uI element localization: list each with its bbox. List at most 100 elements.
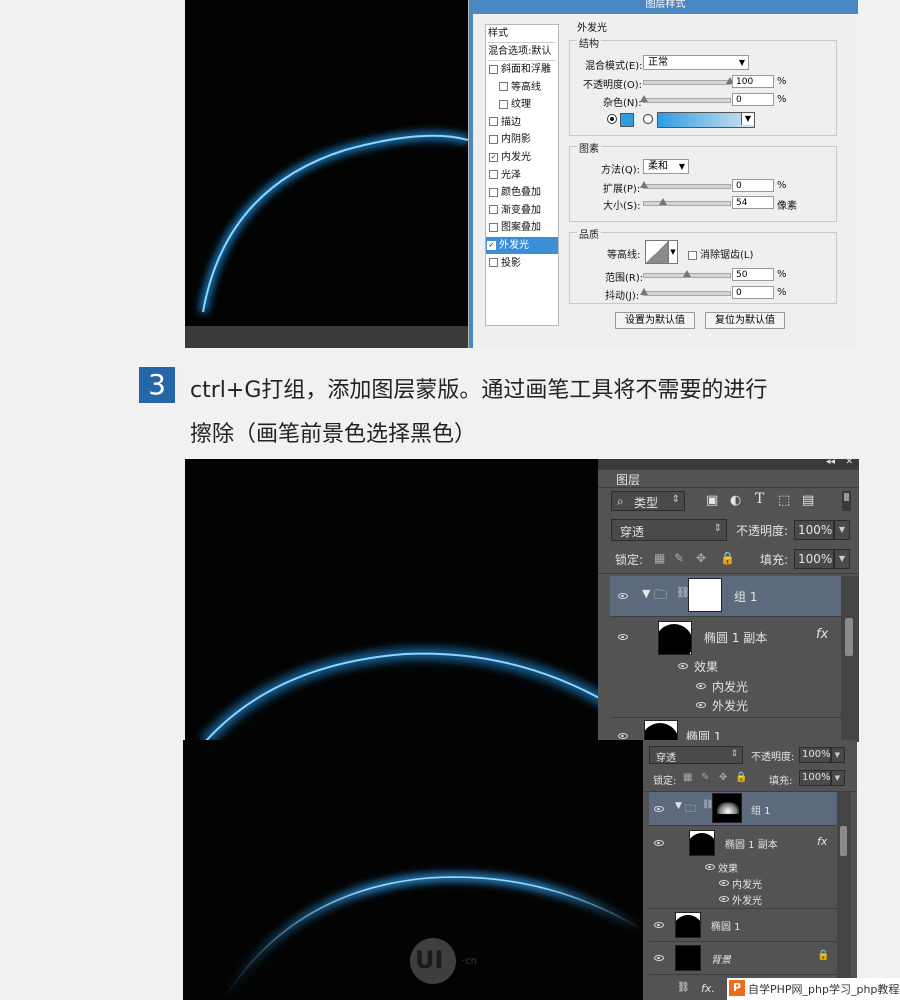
style-item[interactable]: 光泽: [488, 167, 556, 184]
fill-dropdown[interactable]: ▼: [834, 549, 850, 569]
style-item[interactable]: 斜面和浮雕: [488, 61, 556, 78]
inner-glow-effect[interactable]: 内发光: [712, 678, 748, 695]
glow-color-swatch[interactable]: [620, 113, 634, 127]
lock-all-icon[interactable]: 🔒: [735, 772, 747, 783]
layer-row-group[interactable]: ▼ 🗀 ⛓ 组 1: [649, 792, 837, 825]
range-slider[interactable]: [643, 270, 731, 278]
checkbox[interactable]: [489, 222, 498, 232]
layer-row-ellipse-copy[interactable]: 椭圆 1 副本 fx: [649, 826, 837, 860]
style-item[interactable]: 投影: [488, 255, 556, 272]
scrollbar-thumb[interactable]: [840, 826, 847, 856]
noise-slider[interactable]: [640, 95, 731, 103]
size-slider-thumb[interactable]: [658, 198, 667, 205]
chevron-down-icon[interactable]: ▼: [741, 113, 754, 125]
style-item[interactable]: 渐变叠加: [488, 202, 556, 219]
lock-transparent-icon[interactable]: ▦: [683, 772, 692, 783]
tab-layers[interactable]: 图层: [608, 470, 648, 487]
checkbox[interactable]: [489, 170, 498, 180]
style-list-header[interactable]: 样式: [488, 25, 556, 43]
style-item[interactable]: 纹理: [488, 96, 566, 113]
link-layers-icon[interactable]: ⛓: [677, 982, 690, 993]
blend-mode-select[interactable]: 穿透 ⇕: [649, 746, 743, 764]
collapse-icon[interactable]: ◂◂: [826, 459, 835, 467]
blend-mode-select[interactable]: 正常 ▼: [643, 55, 749, 70]
contour-picker[interactable]: [645, 240, 669, 264]
visibility-eye-icon[interactable]: [654, 922, 664, 928]
layer-row-ellipse[interactable]: 椭圆 1: [649, 909, 837, 941]
style-item[interactable]: 描边: [488, 114, 556, 131]
visibility-eye-icon[interactable]: [654, 840, 664, 846]
checkbox[interactable]: [489, 205, 498, 215]
layer-name[interactable]: 组 1: [751, 802, 771, 817]
group-mask-thumbnail[interactable]: [688, 578, 722, 612]
checkbox[interactable]: [489, 134, 498, 144]
spread-slider-thumb[interactable]: [640, 181, 648, 188]
opacity-input[interactable]: 100%: [799, 747, 831, 763]
lock-brush-icon[interactable]: ✎: [701, 772, 709, 783]
checkbox[interactable]: [489, 187, 498, 197]
expand-triangle-icon[interactable]: ▼: [642, 587, 650, 600]
layer-name[interactable]: 背景: [711, 951, 731, 966]
visibility-eye-icon[interactable]: [719, 896, 729, 902]
fx-icon[interactable]: fx: [816, 627, 828, 642]
opacity-input[interactable]: 100: [732, 75, 774, 88]
checkbox-checked[interactable]: ✓: [487, 240, 496, 250]
fill-dropdown[interactable]: ▼: [831, 770, 845, 786]
opacity-dropdown[interactable]: ▼: [831, 747, 845, 763]
jitter-input[interactable]: 0: [732, 286, 774, 299]
style-item[interactable]: 图案叠加: [488, 219, 556, 236]
size-input[interactable]: 54: [732, 196, 774, 209]
visibility-eye-icon[interactable]: [654, 806, 664, 812]
expand-triangle-icon[interactable]: ▼: [675, 801, 682, 811]
layer-name[interactable]: 椭圆 1: [711, 918, 741, 933]
smart-object-filter-icon[interactable]: ▤: [802, 493, 814, 508]
lock-move-icon[interactable]: ✥: [696, 551, 706, 565]
gradient-picker[interactable]: ▼: [657, 112, 755, 128]
range-input[interactable]: 50: [732, 268, 774, 281]
style-item[interactable]: 内阴影: [488, 131, 556, 148]
layers-scrollbar[interactable]: [837, 792, 851, 982]
image-filter-icon[interactable]: ▣: [706, 493, 718, 508]
chevron-down-icon[interactable]: ▼: [668, 240, 678, 264]
method-select[interactable]: 柔和 ▼: [643, 159, 689, 174]
visibility-eye-icon[interactable]: [618, 733, 628, 739]
footer-fx-button[interactable]: fx.: [701, 982, 715, 995]
filter-toggle[interactable]: [842, 491, 851, 511]
spread-slider[interactable]: [640, 181, 731, 189]
lock-all-icon[interactable]: 🔒: [720, 551, 735, 565]
opacity-dropdown[interactable]: ▼: [834, 520, 850, 540]
checkbox[interactable]: [489, 258, 498, 268]
fx-icon[interactable]: fx: [817, 835, 827, 848]
layer-row-ellipse[interactable]: 椭圆 1: [610, 718, 841, 742]
adjustment-filter-icon[interactable]: ◐: [730, 493, 741, 508]
layer-name[interactable]: 组 1: [734, 588, 757, 605]
gradient-radio[interactable]: [643, 114, 653, 124]
checkbox[interactable]: [499, 99, 508, 109]
visibility-eye-icon[interactable]: [705, 864, 715, 870]
opacity-slider[interactable]: [643, 77, 734, 85]
antialias-checkbox-row[interactable]: 消除锯齿(L): [687, 246, 753, 261]
visibility-eye-icon[interactable]: [678, 663, 688, 669]
layers-scrollbar[interactable]: [841, 576, 859, 742]
inner-glow-effect[interactable]: 内发光: [732, 876, 762, 891]
layer-name[interactable]: 椭圆 1 副本: [704, 629, 767, 646]
layer-name[interactable]: 椭圆 1 副本: [725, 836, 778, 851]
range-slider-thumb[interactable]: [683, 270, 691, 277]
layer-row-background[interactable]: 背景 🔒: [649, 942, 837, 974]
style-item[interactable]: ✓ 内发光: [488, 149, 556, 166]
blend-mode-select[interactable]: 穿透 ⇕: [611, 519, 727, 541]
style-item[interactable]: ✓ 外发光: [486, 237, 558, 254]
reset-default-button[interactable]: 复位为默认值: [705, 312, 785, 329]
set-default-button[interactable]: 设置为默认值: [615, 312, 695, 329]
effects-label[interactable]: 效果: [718, 860, 738, 875]
blend-options-item[interactable]: 混合选项:默认: [488, 43, 556, 61]
checkbox[interactable]: [489, 117, 498, 127]
lock-transparent-icon[interactable]: ▦: [654, 551, 665, 565]
layer-row-group[interactable]: ▼ 🗀 ⛓ 组 1: [610, 576, 841, 616]
noise-slider-thumb[interactable]: [640, 95, 648, 102]
lock-move-icon[interactable]: ✥: [719, 772, 727, 783]
antialias-checkbox[interactable]: [688, 250, 697, 260]
group-mask-thumbnail[interactable]: [712, 793, 742, 823]
type-filter-icon[interactable]: T: [755, 491, 764, 507]
lock-brush-icon[interactable]: ✎: [674, 551, 684, 565]
